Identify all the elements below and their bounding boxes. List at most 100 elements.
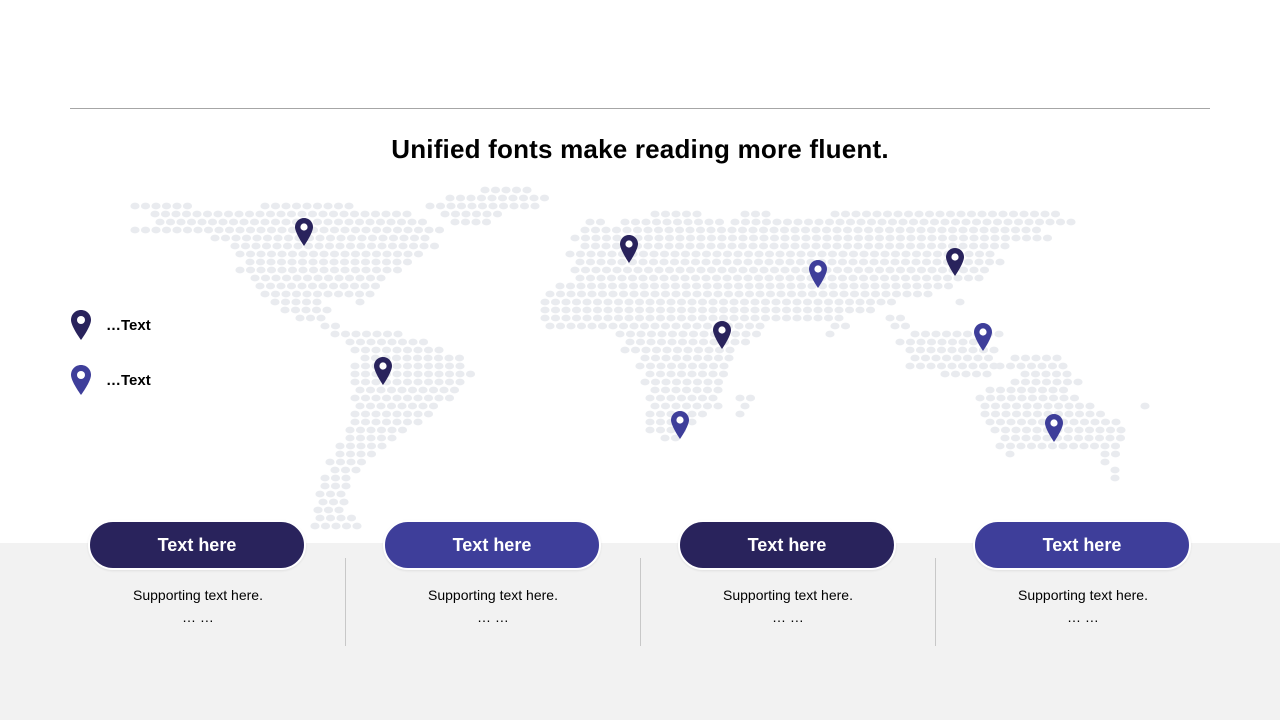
map-dot	[625, 330, 636, 338]
map-dot	[835, 218, 845, 226]
map-dot	[1000, 226, 1010, 234]
map-dot	[615, 330, 625, 338]
map-dot	[281, 274, 292, 282]
map-dot	[655, 394, 666, 402]
map-dot	[1074, 410, 1085, 418]
map-dot	[654, 234, 664, 242]
map-dot	[617, 274, 627, 282]
map-dot	[630, 346, 641, 354]
map-dot	[906, 266, 916, 274]
map-dot	[682, 378, 692, 386]
ellipsis-line: … …	[477, 609, 509, 625]
map-dot	[881, 290, 891, 298]
map-dot	[639, 290, 650, 298]
map-dot	[669, 274, 680, 282]
map-dot	[1001, 402, 1011, 410]
supporting-text-1: Supporting text here. … …	[78, 584, 318, 628]
map-dot	[662, 218, 672, 226]
text-here-button-2[interactable]: Text here	[383, 520, 601, 570]
map-dot	[1031, 226, 1042, 234]
map-dot	[727, 242, 737, 250]
map-dot	[345, 242, 356, 250]
map-dot	[936, 346, 947, 354]
map-dot	[627, 274, 638, 282]
text-here-button-1[interactable]: Text here	[88, 520, 306, 570]
map-dot	[592, 314, 603, 322]
map-dot	[958, 234, 969, 242]
map-dot	[423, 370, 434, 378]
map-dot	[813, 306, 823, 314]
map-dot	[968, 362, 978, 370]
map-dot	[655, 418, 666, 426]
map-dot	[561, 298, 571, 306]
map-dot	[802, 314, 813, 322]
map-dot	[519, 202, 530, 210]
map-dot	[1000, 426, 1011, 434]
map-dot	[884, 242, 895, 250]
map-dot	[688, 330, 699, 338]
map-dot	[834, 298, 844, 306]
map-dot	[287, 258, 297, 266]
text-here-button-3[interactable]: Text here	[678, 520, 896, 570]
map-dot	[193, 226, 203, 234]
map-dot	[750, 314, 760, 322]
map-dot	[998, 210, 1008, 218]
map-dot	[750, 306, 760, 314]
map-dot	[613, 298, 624, 306]
map-dot	[635, 338, 646, 346]
map-dot	[434, 370, 444, 378]
map-dot	[318, 282, 328, 290]
map-dot	[723, 282, 733, 290]
map-dot	[1084, 426, 1095, 434]
map-dot	[706, 242, 716, 250]
map-dot	[666, 370, 676, 378]
map-dot	[1110, 466, 1120, 474]
map-dot	[330, 466, 340, 474]
map-dot	[848, 258, 858, 266]
map-dot	[540, 314, 550, 322]
map-dot	[1053, 402, 1064, 410]
map-dot	[859, 282, 870, 290]
map-dot	[266, 226, 277, 234]
map-dot	[635, 362, 645, 370]
map-dot	[900, 258, 911, 266]
map-dot	[706, 234, 717, 242]
map-dot	[245, 258, 255, 266]
map-dot	[376, 434, 387, 442]
map-dot	[325, 514, 336, 522]
map-dot	[941, 330, 952, 338]
map-dot	[761, 218, 772, 226]
column-divider	[345, 558, 346, 646]
map-dot	[591, 234, 601, 242]
map-dot	[874, 266, 885, 274]
map-dot	[1001, 410, 1011, 418]
text-here-button-4[interactable]: Text here	[973, 520, 1191, 570]
map-dot	[1084, 434, 1094, 442]
map-dot	[712, 250, 722, 258]
map-dot	[265, 282, 276, 290]
map-dot	[366, 426, 376, 434]
map-dot	[716, 242, 727, 250]
map-dot	[618, 322, 629, 330]
map-dot	[645, 314, 655, 322]
map-dot	[130, 202, 140, 210]
map-dot	[329, 250, 340, 258]
map-dot	[737, 226, 748, 234]
map-dot	[671, 322, 681, 330]
map-dot	[947, 226, 958, 234]
map-dot	[197, 218, 207, 226]
map-dot	[291, 290, 302, 298]
map-dot	[1034, 218, 1045, 226]
map-dot	[381, 346, 392, 354]
map-dot	[234, 210, 244, 218]
map-dot	[872, 210, 882, 218]
map-dot	[774, 258, 785, 266]
map-dot	[435, 202, 446, 210]
map-dot	[1021, 234, 1032, 242]
map-dot	[740, 210, 750, 218]
map-dot	[952, 354, 962, 362]
map-dot	[382, 266, 392, 274]
map-dot	[890, 322, 900, 330]
map-dot	[962, 354, 973, 362]
map-dot	[880, 250, 890, 258]
